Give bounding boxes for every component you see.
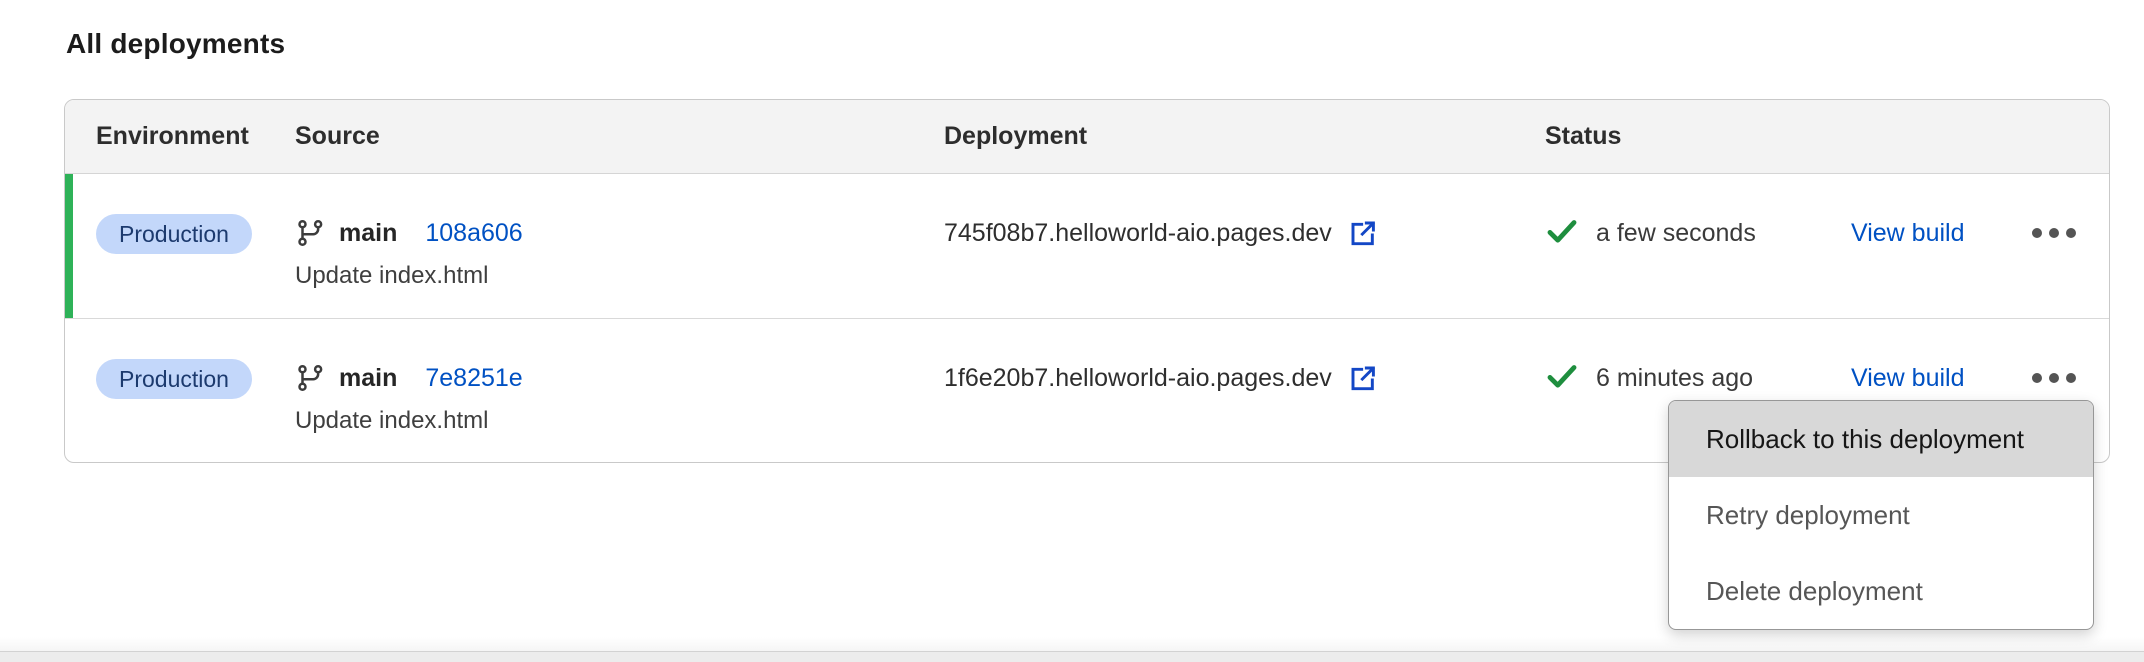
column-header-source: Source [295, 100, 944, 173]
actions-cell: View build [1851, 174, 2109, 318]
table-row: Production ma [65, 174, 2109, 319]
check-icon [1545, 359, 1579, 398]
source-cell: main 108a606 Update index.html [295, 174, 944, 318]
environment-cell: Production [65, 174, 295, 318]
deployment-url: 745f08b7.helloworld-aio.pages.dev [944, 219, 1332, 248]
external-link-icon[interactable] [1347, 217, 1379, 249]
table-header-row: Environment Source Deployment Status [65, 100, 2109, 174]
status-time: a few seconds [1596, 219, 1756, 248]
column-header-deployment: Deployment [944, 100, 1545, 173]
row-actions-context-menu: Rollback to this deployment Retry deploy… [1668, 400, 2094, 630]
environment-badge: Production [96, 359, 252, 399]
status-cell: a few seconds [1545, 174, 1851, 318]
commit-message: Update index.html [295, 403, 523, 439]
branch-name: main [339, 364, 397, 393]
check-icon [1545, 214, 1579, 253]
commit-link[interactable]: 108a606 [425, 219, 522, 248]
column-header-status: Status [1545, 100, 1851, 173]
environment-badge: Production [96, 214, 252, 254]
external-link-icon[interactable] [1347, 362, 1379, 394]
status-time: 6 minutes ago [1596, 364, 1753, 393]
column-header-actions [1851, 100, 2109, 173]
deployment-cell: 1f6e20b7.helloworld-aio.pages.dev [944, 319, 1545, 464]
git-branch-icon [295, 218, 325, 248]
current-deployment-indicator-bar [65, 174, 73, 318]
source-cell: main 7e8251e Update index.html [295, 319, 944, 464]
menu-item-rollback[interactable]: Rollback to this deployment [1669, 401, 2093, 477]
view-build-link[interactable]: View build [1851, 214, 1965, 252]
ellipsis-menu-icon[interactable] [2032, 214, 2076, 252]
deployment-cell: 745f08b7.helloworld-aio.pages.dev [944, 174, 1545, 318]
deployment-url: 1f6e20b7.helloworld-aio.pages.dev [944, 364, 1332, 393]
git-branch-icon [295, 363, 325, 393]
commit-message: Update index.html [295, 258, 523, 294]
section-below-strip [0, 652, 2144, 662]
column-header-environment: Environment [65, 100, 295, 173]
ellipsis-menu-icon[interactable] [2032, 359, 2076, 397]
environment-cell: Production [65, 319, 295, 464]
section-divider-fade [0, 637, 2144, 651]
branch-name: main [339, 219, 397, 248]
deployments-page: All deployments Environment Source Deplo… [0, 0, 2144, 662]
page-title: All deployments [66, 28, 285, 60]
menu-item-delete[interactable]: Delete deployment [1669, 553, 2093, 629]
view-build-link[interactable]: View build [1851, 359, 1965, 397]
commit-link[interactable]: 7e8251e [425, 364, 522, 393]
menu-item-retry[interactable]: Retry deployment [1669, 477, 2093, 553]
